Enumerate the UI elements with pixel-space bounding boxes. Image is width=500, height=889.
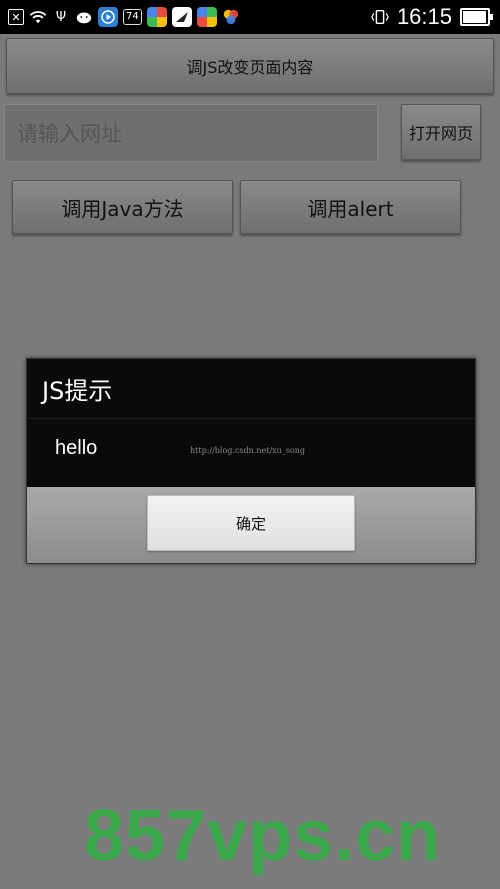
open-page-button[interactable]: 打开网页	[401, 104, 481, 160]
status-icons-right: 16:15	[371, 4, 493, 30]
dialog-message: hello	[55, 437, 98, 459]
close-box-icon: ✕	[8, 9, 24, 25]
battery-icon	[460, 8, 493, 26]
badge-icon: 74	[123, 9, 142, 25]
site-watermark: 857vps.cn	[84, 796, 442, 876]
wifi-icon	[29, 8, 47, 26]
usb-icon: Ψ	[55, 9, 67, 25]
app-green2-icon	[196, 7, 217, 27]
dialog-url-watermark: http://blog.csdn.net/xu_song	[190, 446, 306, 455]
call-java-method-button[interactable]: 调用Java方法	[12, 180, 233, 234]
js-alert-dialog: JS提示 hello http://blog.csdn.net/xu_song …	[26, 358, 476, 564]
ok-button[interactable]: 确定	[147, 495, 355, 551]
url-input-placeholder: 请输入网址	[17, 122, 122, 146]
play-icon	[98, 7, 118, 27]
call-alert-button[interactable]: 调用alert	[240, 180, 461, 234]
app-bird-icon	[171, 7, 192, 27]
dialog-body: hello http://blog.csdn.net/xu_song	[27, 419, 475, 487]
change-page-content-button[interactable]: 调JS改变页面内容	[6, 38, 494, 94]
app-multi-icon	[222, 8, 240, 26]
app-green-icon	[146, 7, 167, 27]
battery-fill	[463, 11, 486, 23]
status-bar: ✕ Ψ 74 16:15	[0, 0, 500, 34]
url-input[interactable]: 请输入网址	[4, 104, 378, 162]
dialog-title: JS提示	[27, 359, 475, 419]
status-time: 16:15	[396, 4, 452, 29]
status-icons-left: ✕ Ψ 74	[8, 6, 240, 28]
vibrate-icon	[371, 8, 389, 26]
android-icon	[75, 8, 93, 26]
dialog-footer: 确定	[27, 487, 475, 563]
